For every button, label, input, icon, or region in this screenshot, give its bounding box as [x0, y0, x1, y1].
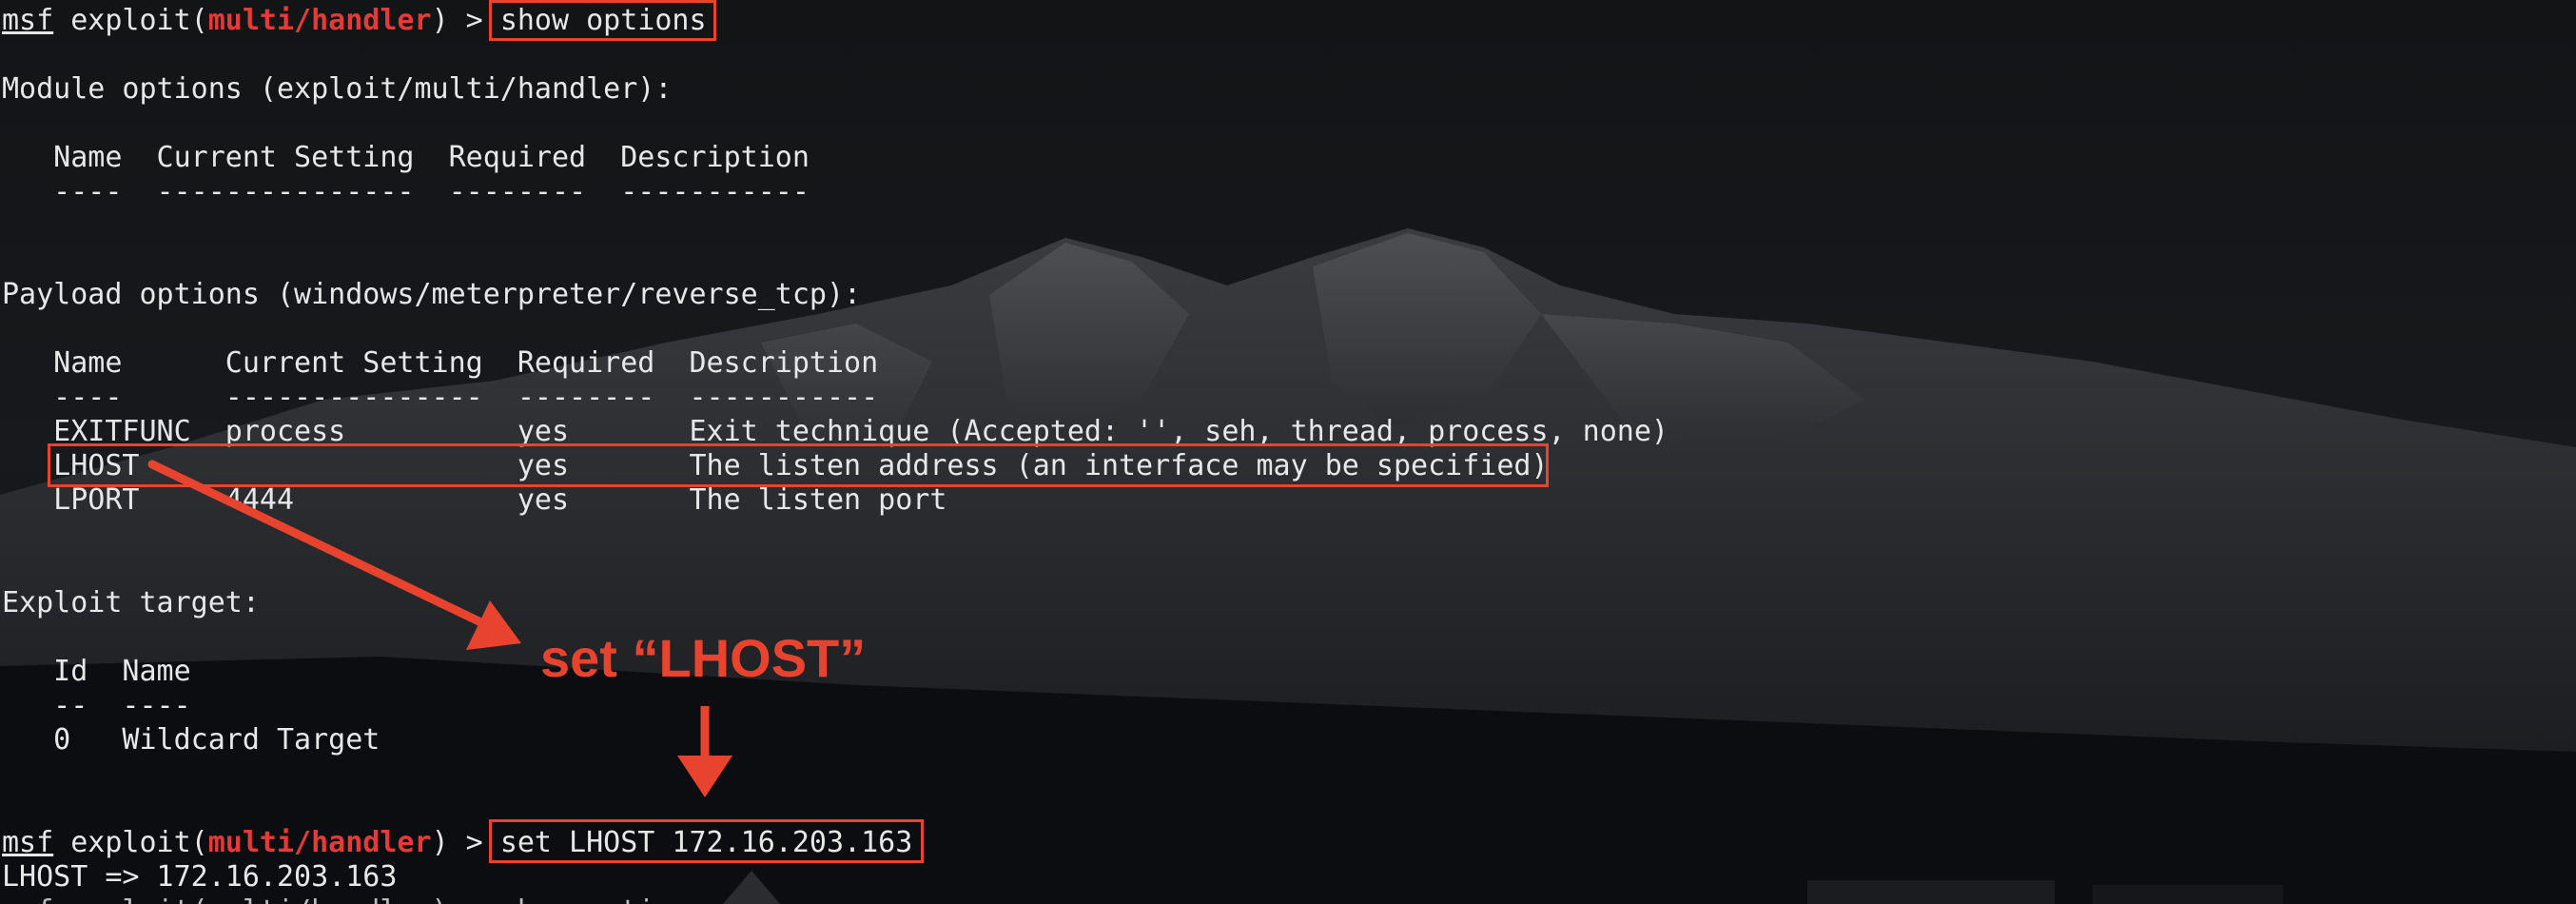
- payload-row-lport: LPORT 4444 yes The listen port: [2, 483, 947, 517]
- annotation-label: set “LHOST”: [540, 628, 867, 688]
- module-options-heading: Module options (exploit/multi/handler):: [2, 72, 673, 106]
- module-name: multi/handler: [207, 4, 432, 37]
- msf-label: msf: [2, 4, 54, 37]
- exploit-target-heading: Exploit target:: [2, 586, 260, 619]
- lhost-result-line: LHOST => 172.16.203.163: [2, 860, 398, 894]
- highlight-box-set-lhost: [489, 819, 924, 863]
- exploit-target-row: 0 Wildcard Target: [2, 723, 381, 757]
- exploit-target-divider: -- ----: [2, 689, 191, 722]
- module-options-header: Name Current Setting Required Descriptio…: [2, 141, 810, 174]
- module-options-divider: ---- --------------- -------- ----------…: [2, 175, 810, 208]
- exploit-target-header: Id Name: [2, 655, 191, 688]
- payload-options-header: Name Current Setting Required Descriptio…: [2, 346, 879, 380]
- highlight-box-lhost-row: [48, 443, 1549, 487]
- exploit-word: exploit(: [53, 826, 208, 859]
- payload-options-divider: ---- --------------- -------- ----------…: [2, 381, 879, 414]
- partial-next-prompt-line: msf exploit(multi/handler) > show option…: [2, 894, 707, 904]
- exploit-word: exploit(: [53, 4, 208, 37]
- payload-options-heading: Payload options (windows/meterpreter/rev…: [2, 278, 862, 311]
- msf-label: msf: [2, 826, 54, 859]
- module-name: multi/handler: [207, 826, 432, 859]
- terminal-window[interactable]: msf exploit(multi/handler) > show option…: [0, 0, 2576, 904]
- highlight-box-show-options: [489, 0, 716, 41]
